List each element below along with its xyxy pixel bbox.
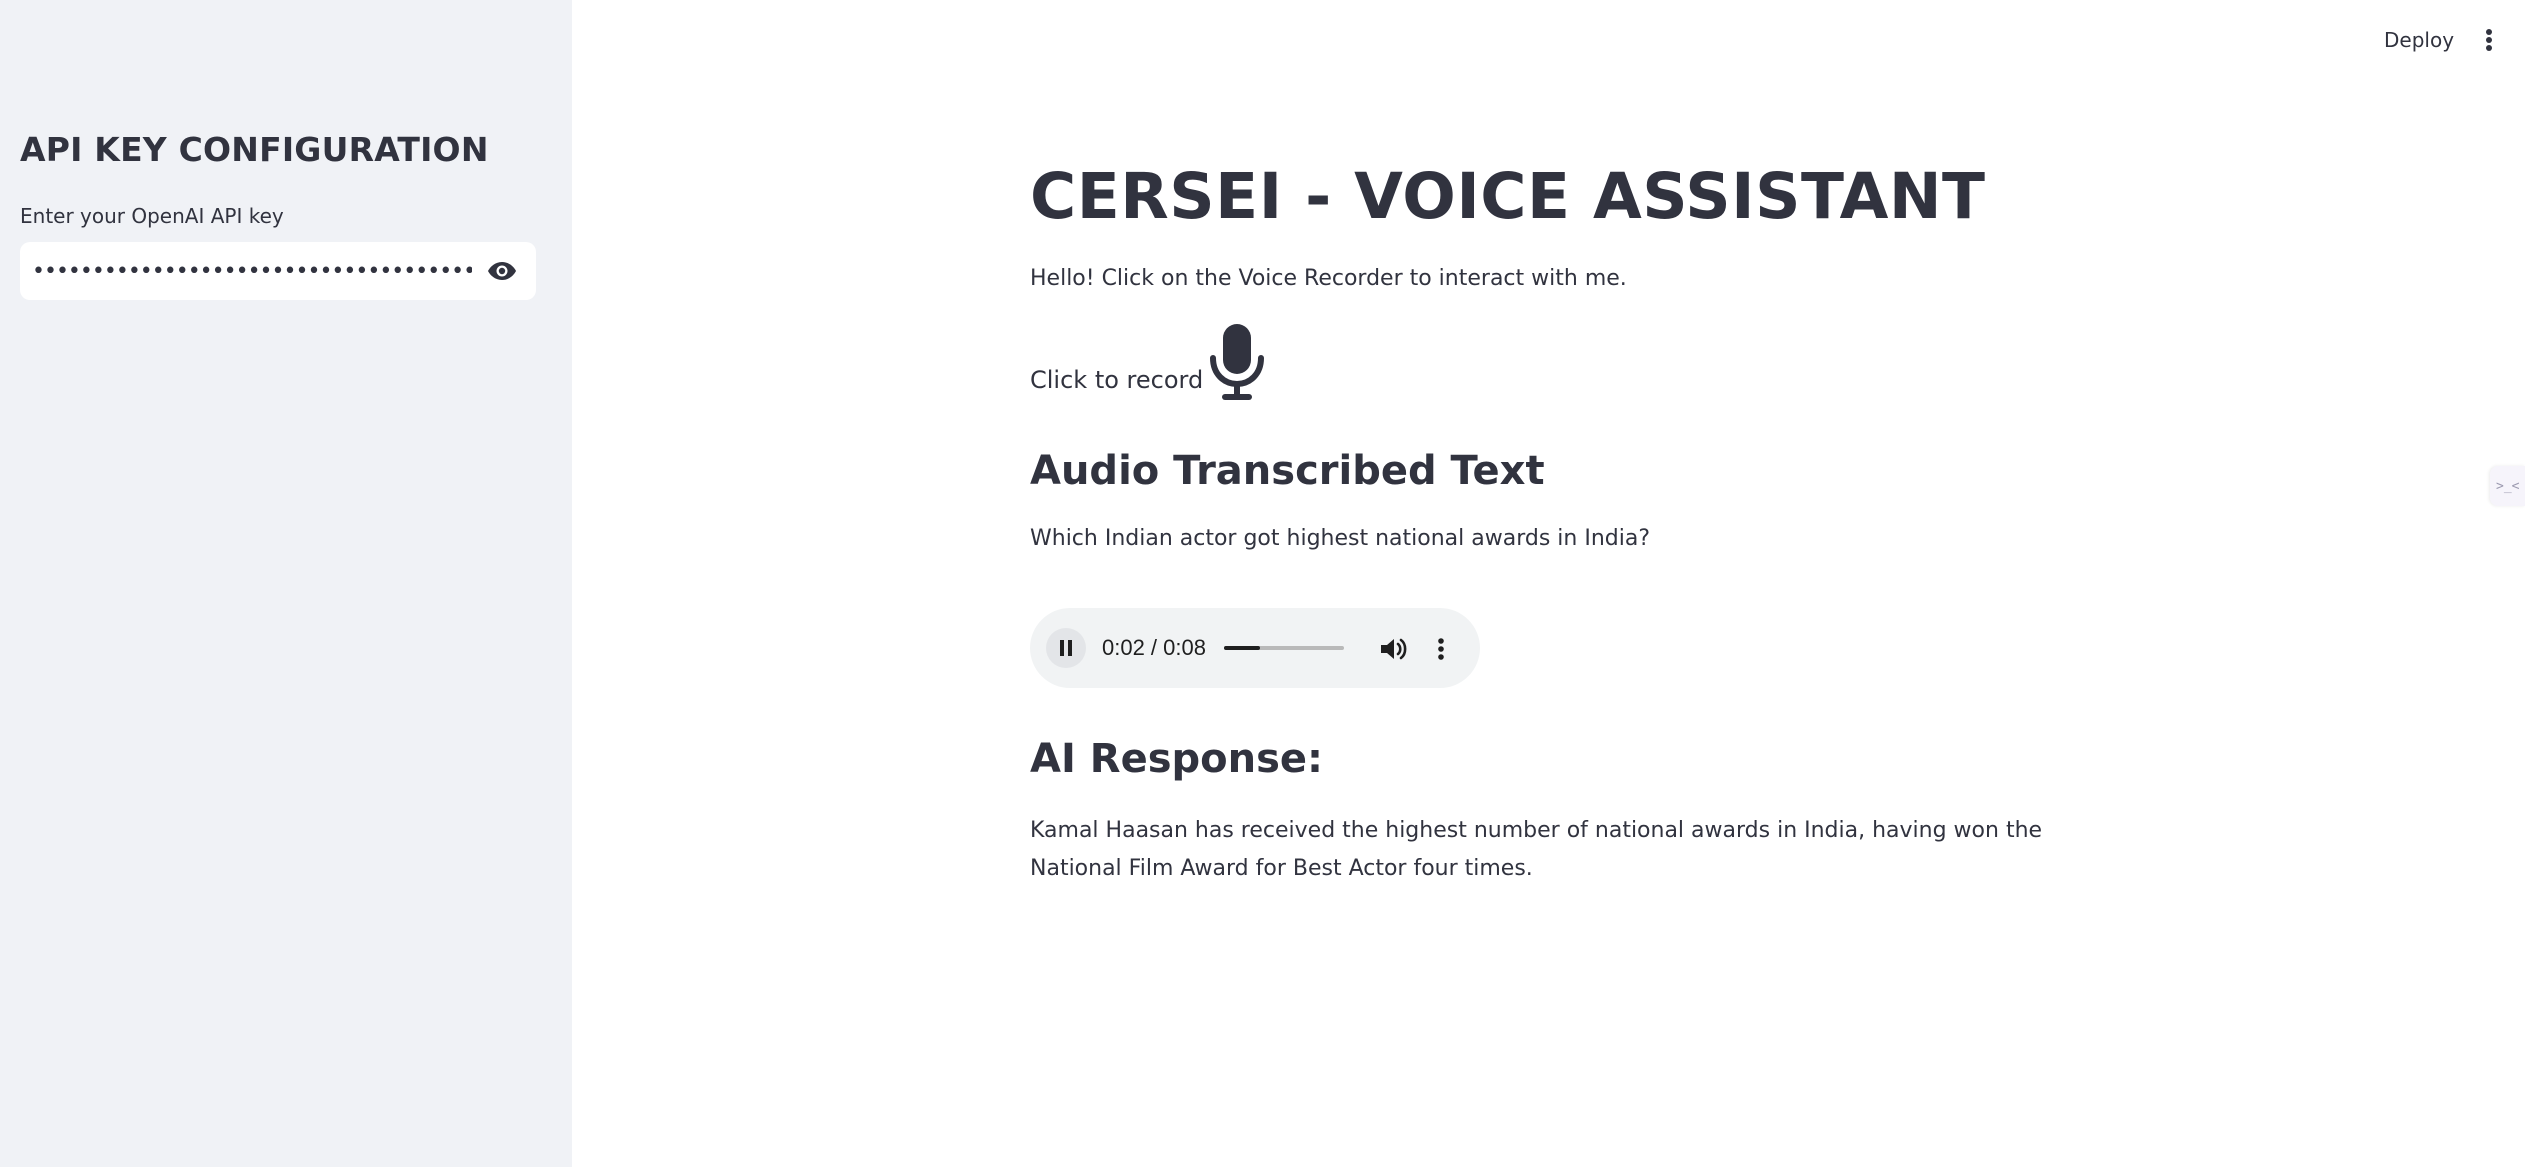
api-key-label: Enter your OpenAI API key [20,204,284,228]
eye-icon [488,262,516,280]
main-menu-button[interactable] [2472,20,2506,60]
show-password-button[interactable] [468,242,536,300]
side-tab[interactable]: >_< [2490,466,2525,506]
pause-icon [1060,640,1072,656]
intro-text: Hello! Click on the Voice Recorder to in… [1030,266,1627,291]
api-key-field[interactable] [20,242,536,300]
record-label: Click to record [1030,366,1204,394]
app-root: API KEY CONFIGURATION Enter your OpenAI … [0,0,2525,1167]
api-key-input[interactable] [32,242,472,300]
volume-icon [1381,638,1407,660]
audio-time: 0:02 / 0:08 [1102,635,1206,660]
response-heading: AI Response: [1030,736,1324,782]
record-button[interactable] [1206,322,1268,402]
pause-button[interactable] [1046,628,1086,668]
sidebar: API KEY CONFIGURATION Enter your OpenAI … [0,0,572,1167]
audio-player: 0:02 / 0:08 [1030,608,1480,688]
audio-progress-fill [1224,646,1260,650]
volume-button[interactable] [1378,634,1408,664]
response-text: Kamal Haasan has received the highest nu… [1030,818,2043,881]
microphone-icon [1210,324,1264,400]
vertical-dots-icon [2486,29,2492,51]
transcribed-heading: Audio Transcribed Text [1030,448,1545,494]
player-options-button[interactable] [1424,632,1458,666]
transcribed-text: Which Indian actor got highest national … [1030,526,1650,551]
vertical-dots-icon [1438,638,1444,660]
page-title: CERSEI - VOICE ASSISTANT [1030,160,1986,233]
sidebar-title: API KEY CONFIGURATION [20,130,489,169]
audio-seek-bar[interactable] [1224,646,1344,650]
deploy-button[interactable]: Deploy [2370,22,2468,58]
